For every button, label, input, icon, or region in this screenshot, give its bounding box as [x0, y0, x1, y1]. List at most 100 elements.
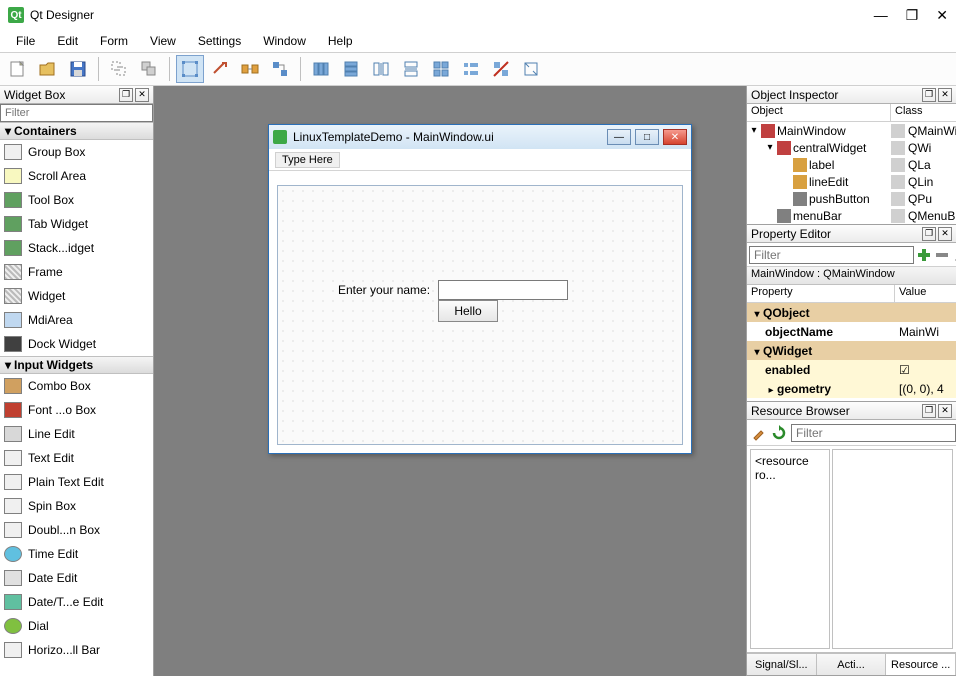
tab-signal-slot[interactable]: Signal/Sl...: [747, 654, 817, 675]
col-class[interactable]: Class: [891, 104, 927, 121]
design-canvas[interactable]: LinuxTemplateDemo - MainWindow.ui — □ ✕ …: [154, 86, 746, 676]
form-push-button[interactable]: Hello: [438, 300, 498, 322]
tree-expander-icon[interactable]: ▾: [765, 142, 775, 153]
widget-date-time-edit[interactable]: Date/T...e Edit: [0, 590, 153, 614]
object-tree-row[interactable]: lineEditQLin: [747, 173, 956, 190]
edit-resources-icon[interactable]: [751, 425, 767, 441]
property-filter[interactable]: [749, 246, 914, 264]
property-row[interactable]: enabled☑: [747, 360, 956, 379]
send-to-back-icon[interactable]: [105, 55, 133, 83]
col-value[interactable]: Value: [895, 285, 930, 302]
configure-icon[interactable]: [952, 245, 956, 265]
widget-stacked-widget[interactable]: Stack...idget: [0, 236, 153, 260]
object-tree-row[interactable]: labelQLa: [747, 156, 956, 173]
widget-frame[interactable]: Frame: [0, 260, 153, 284]
bring-to-front-icon[interactable]: [135, 55, 163, 83]
close-panel-icon[interactable]: ✕: [135, 88, 149, 102]
form-menubar[interactable]: Type Here: [269, 149, 691, 171]
close-panel-icon[interactable]: ✕: [938, 88, 952, 102]
menu-edit[interactable]: Edit: [47, 32, 88, 50]
tree-expander-icon[interactable]: ▾: [749, 125, 759, 136]
widget-dial[interactable]: Dial: [0, 614, 153, 638]
edit-tab-order-icon[interactable]: [266, 55, 294, 83]
object-tree-row[interactable]: pushButtonQPu: [747, 190, 956, 207]
widget-spin-box[interactable]: Spin Box: [0, 494, 153, 518]
resource-tree[interactable]: <resource ro...: [750, 449, 830, 649]
remove-dynamic-property-icon[interactable]: [934, 245, 950, 265]
edit-signals-icon[interactable]: [206, 55, 234, 83]
property-row[interactable]: ▾QWidget: [747, 341, 956, 360]
layout-horizontal-splitter-icon[interactable]: [367, 55, 395, 83]
layout-form-icon[interactable]: [457, 55, 485, 83]
minimize-icon[interactable]: —: [874, 7, 888, 23]
col-property[interactable]: Property: [747, 285, 895, 302]
layout-horizontal-icon[interactable]: [307, 55, 335, 83]
restore-icon[interactable]: ❐: [922, 227, 936, 241]
close-icon[interactable]: ✕: [936, 7, 948, 24]
object-inspector-tree[interactable]: Object Class ▾MainWindowQMainWin▾central…: [747, 104, 956, 224]
close-panel-icon[interactable]: ✕: [938, 404, 952, 418]
adjust-size-icon[interactable]: [517, 55, 545, 83]
tree-expander-icon[interactable]: ▾: [751, 347, 763, 358]
menu-settings[interactable]: Settings: [188, 32, 251, 50]
close-panel-icon[interactable]: ✕: [938, 227, 952, 241]
tree-expander-icon[interactable]: ▾: [751, 309, 763, 320]
tab-resource[interactable]: Resource ...: [886, 654, 956, 675]
edit-widgets-icon[interactable]: [176, 55, 204, 83]
object-tree-row[interactable]: ▾MainWindowQMainWin: [747, 122, 956, 139]
reload-icon[interactable]: [771, 425, 787, 441]
menu-window[interactable]: Window: [253, 32, 316, 50]
menu-file[interactable]: File: [6, 32, 45, 50]
layout-vertical-icon[interactable]: [337, 55, 365, 83]
widget-dock-widget[interactable]: Dock Widget: [0, 332, 153, 356]
property-rows[interactable]: ▾QObjectobjectNameMainWi▾QWidgetenabled☑…: [747, 303, 956, 401]
widget-text-edit[interactable]: Text Edit: [0, 446, 153, 470]
property-row[interactable]: ▸geometry[(0, 0), 4: [747, 379, 956, 398]
col-object[interactable]: Object: [747, 104, 891, 121]
widget-scroll-area[interactable]: Scroll Area: [0, 164, 153, 188]
form-label[interactable]: Enter your name:: [338, 283, 430, 297]
widget-horizontal-scrollbar[interactable]: Horizo...ll Bar: [0, 638, 153, 662]
form-maximize-icon[interactable]: □: [635, 129, 659, 145]
tree-expander-icon[interactable]: ▸: [765, 385, 777, 396]
maximize-icon[interactable]: ❐: [906, 7, 919, 24]
resource-preview[interactable]: [832, 449, 953, 649]
break-layout-icon[interactable]: [487, 55, 515, 83]
form-titlebar[interactable]: LinuxTemplateDemo - MainWindow.ui — □ ✕: [269, 125, 691, 149]
widget-date-edit[interactable]: Date Edit: [0, 566, 153, 590]
property-row[interactable]: objectNameMainWi: [747, 322, 956, 341]
widget-tool-box[interactable]: Tool Box: [0, 188, 153, 212]
widget-double-spin-box[interactable]: Doubl...n Box: [0, 518, 153, 542]
form-window[interactable]: LinuxTemplateDemo - MainWindow.ui — □ ✕ …: [268, 124, 692, 454]
object-tree-row[interactable]: menuBarQMenuB: [747, 207, 956, 224]
widget-box-list[interactable]: ▾Containers Group Box Scroll Area Tool B…: [0, 122, 153, 676]
widget-font-combo-box[interactable]: Font ...o Box: [0, 398, 153, 422]
form-close-icon[interactable]: ✕: [663, 129, 687, 145]
central-widget[interactable]: Enter your name: Hello: [277, 185, 683, 445]
object-tree-row[interactable]: ▾centralWidgetQWi: [747, 139, 956, 156]
menu-help[interactable]: Help: [318, 32, 363, 50]
widget-box-filter[interactable]: [0, 104, 153, 122]
resource-filter[interactable]: [791, 424, 956, 442]
save-icon[interactable]: [64, 55, 92, 83]
property-row[interactable]: ▾QObject: [747, 303, 956, 322]
open-icon[interactable]: [34, 55, 62, 83]
widget-tab-widget[interactable]: Tab Widget: [0, 212, 153, 236]
widget-time-edit[interactable]: Time Edit: [0, 542, 153, 566]
add-dynamic-property-icon[interactable]: [916, 245, 932, 265]
widget-plain-text-edit[interactable]: Plain Text Edit: [0, 470, 153, 494]
layout-grid-icon[interactable]: [427, 55, 455, 83]
form-line-edit[interactable]: [438, 280, 568, 300]
type-here-placeholder[interactable]: Type Here: [275, 152, 340, 168]
widget-widget[interactable]: Widget: [0, 284, 153, 308]
widget-line-edit[interactable]: Line Edit: [0, 422, 153, 446]
form-minimize-icon[interactable]: —: [607, 129, 631, 145]
category-input-widgets[interactable]: ▾Input Widgets: [0, 356, 153, 374]
layout-vertical-splitter-icon[interactable]: [397, 55, 425, 83]
category-containers[interactable]: ▾Containers: [0, 122, 153, 140]
restore-icon[interactable]: ❐: [119, 88, 133, 102]
tab-action[interactable]: Acti...: [817, 654, 887, 675]
widget-combo-box[interactable]: Combo Box: [0, 374, 153, 398]
menu-form[interactable]: Form: [90, 32, 138, 50]
widget-mdi-area[interactable]: MdiArea: [0, 308, 153, 332]
